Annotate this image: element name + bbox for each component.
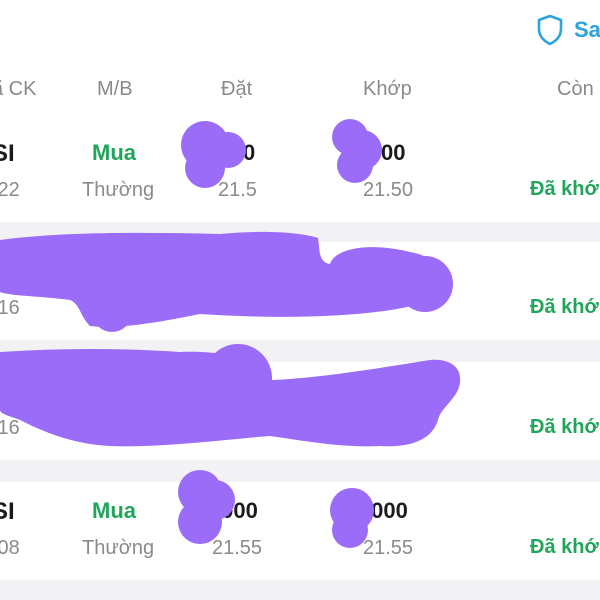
order-type: Thường [82,179,155,201]
matched-price: 21.50 [363,179,414,201]
stock-code: SI [0,140,15,167]
order-history-screen: Sa ã CK M/B Đặt Khớp Còn SI :22 Mua Thườ… [0,0,600,600]
order-time: :16 [0,417,20,439]
order-side: Mua [92,140,136,165]
table-row[interactable]: SI :08 Mua Thường ,000 21.55 ,000 21.55 … [0,482,600,580]
order-time: :22 [0,179,20,201]
table-row[interactable]: SI :22 Mua Thường 0 21.5 00 21.50 Đã khớ [0,124,600,222]
order-time: :08 [0,537,20,559]
order-price: 21.55 [212,537,263,559]
safe-button[interactable]: Sa [536,12,600,48]
order-side: Mua [92,498,136,523]
stock-code: SI [0,498,15,525]
table-row[interactable]: :16 Đã khớ [0,242,600,340]
column-headers: ã CK M/B Đặt Khớp Còn [0,78,600,108]
table-header: Sa ã CK M/B Đặt Khớp Còn [0,0,600,124]
matched-quantity: 00 [381,140,406,165]
matched-price: 0 [401,417,413,439]
order-time: :16 [0,297,20,319]
column-header-remaining[interactable]: Còn [557,78,594,101]
column-header-side[interactable]: M/B [97,78,133,101]
safe-button-label: Sa [574,17,600,42]
status-label: Đã khớ [530,416,599,438]
status-label: Đã khớ [530,536,599,558]
order-type: Thường [82,537,155,559]
column-header-matched[interactable]: Khớp [363,78,412,101]
order-quantity: ,000 [215,498,258,523]
status-label: Đã khớ [530,296,599,318]
order-quantity: 0 [243,140,256,165]
matched-quantity: ,000 [365,498,408,523]
column-header-code[interactable]: ã CK [0,78,36,101]
column-header-order[interactable]: Đặt [221,78,252,101]
shield-icon [537,14,563,46]
order-price: 21.5 [218,179,257,201]
table-row[interactable]: :16 0 Đã khớ [0,362,600,460]
matched-price: 21.55 [363,537,414,559]
status-label: Đã khớ [530,178,599,200]
